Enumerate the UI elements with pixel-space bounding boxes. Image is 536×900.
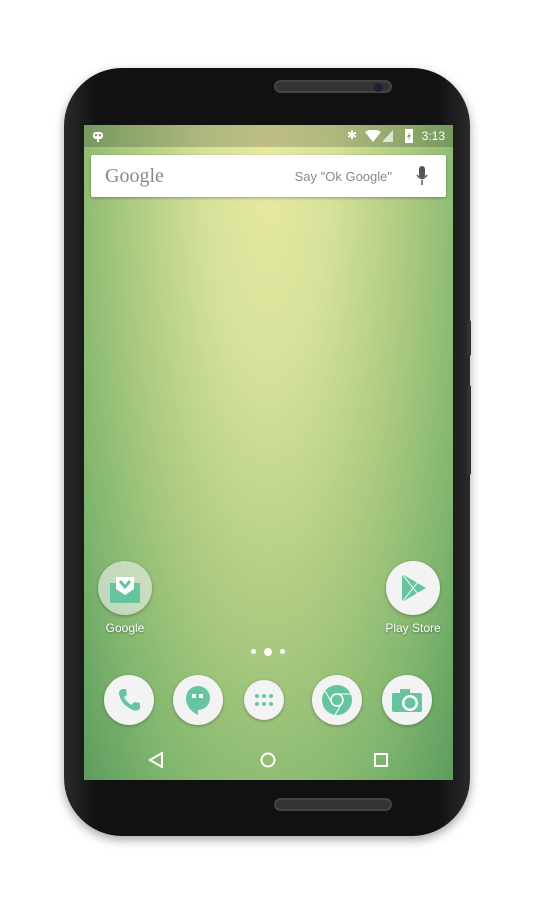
google-folder-label: Google [105, 621, 145, 635]
play-store-label: Play Store [385, 621, 441, 635]
mic-icon[interactable] [416, 166, 428, 186]
volume-button[interactable] [467, 385, 471, 475]
dock-chrome[interactable] [312, 675, 362, 725]
phone-icon [119, 689, 140, 711]
dock-hangouts[interactable] [173, 675, 223, 725]
chrome-icon [322, 685, 352, 716]
google-logo: Google [105, 165, 164, 187]
page-dot-2-current[interactable] [264, 648, 272, 656]
google-search-bar[interactable]: Google Say "Ok Google" [91, 155, 446, 197]
navigation-bar [84, 740, 453, 780]
dock-camera[interactable] [382, 675, 432, 725]
bluetooth-icon: ✱ [346, 128, 357, 142]
clock: 3:13 [421, 129, 445, 143]
recents-icon[interactable] [373, 752, 389, 768]
bottom-speaker [274, 798, 392, 811]
power-button[interactable] [467, 320, 471, 356]
home-icon[interactable] [260, 752, 276, 768]
play-store-icon [401, 573, 426, 603]
front-camera [374, 83, 383, 92]
folder-inbox-icon [110, 577, 140, 603]
app-drawer-button[interactable] [244, 680, 284, 720]
app-drawer-icon [255, 694, 273, 706]
google-folder[interactable] [98, 561, 152, 615]
cyanogenmod-icon [93, 132, 103, 142]
dock-phone[interactable] [104, 675, 154, 725]
page-dot-3[interactable] [280, 649, 285, 654]
home-screen: ✱ 3:13 Google Say "Ok Google" Google Pla… [84, 125, 453, 780]
hangouts-icon [186, 686, 210, 715]
wifi-icon [365, 130, 381, 142]
page-dot-1[interactable] [251, 649, 256, 654]
search-hint: Say "Ok Google" [294, 169, 392, 184]
camera-icon [392, 689, 422, 712]
play-store-app[interactable] [386, 561, 440, 615]
battery-charging-icon [405, 129, 413, 143]
signal-icon [382, 130, 393, 142]
back-icon[interactable] [148, 752, 164, 768]
status-bar: ✱ 3:13 [84, 125, 453, 147]
